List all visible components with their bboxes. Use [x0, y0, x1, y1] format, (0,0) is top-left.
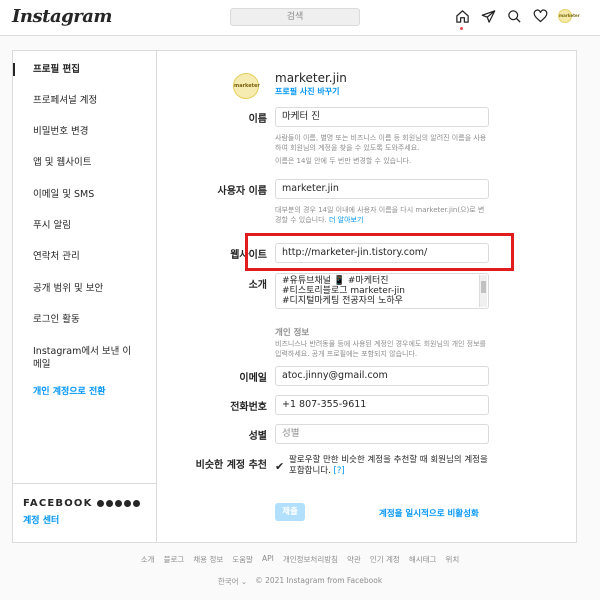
footer-bottom: 한국어 ⌄ © 2021 Instagram from Facebook	[0, 576, 600, 587]
phone-input[interactable]: +1 807-355-9611	[275, 395, 489, 415]
language-select[interactable]: 한국어 ⌄	[218, 576, 247, 587]
footer-link[interactable]: 약관	[347, 554, 361, 565]
gender-label: 성별	[248, 431, 267, 442]
footer-link[interactable]: API	[262, 554, 274, 565]
facebook-icon	[96, 500, 104, 507]
facebook-apps-icons	[96, 500, 140, 507]
sidebar-item-push[interactable]: 푸시 알림	[13, 219, 156, 232]
footer: 소개 블로그 채용 정보 도움말 API 개인정보처리방침 약관 인기 계정 해…	[0, 554, 600, 587]
sidebar-item-emails[interactable]: Instagram에서 보낸 이메일	[13, 345, 133, 371]
similar-accounts-text: 팔로우할 만한 비슷한 계정을 추천할 때 회원님의 계정을 포함합니다.	[289, 455, 488, 476]
settings-sidebar: 프로필 편집 프로페셔널 계정 비밀번호 변경 앱 및 웹사이트 이메일 및 S…	[13, 51, 157, 542]
footer-links: 소개 블로그 채용 정보 도움말 API 개인정보처리방침 약관 인기 계정 해…	[0, 554, 600, 565]
username-help: 대부분의 경우 14일 이내에 사용자 이름을 다시 marketer.jin(…	[275, 205, 489, 225]
bio-line: #디지털마케팅 전공자의 노하우	[282, 296, 403, 306]
sidebar-item-apps[interactable]: 앱 및 웹사이트	[13, 156, 156, 169]
sidebar-item-password[interactable]: 비밀번호 변경	[13, 125, 156, 138]
search-input[interactable]: 검색	[230, 8, 360, 26]
personal-info-help: 비즈니스나 반려동물 등에 사용된 계정인 경우에도 회원님의 개인 정보를 입…	[275, 340, 486, 358]
switch-personal-link[interactable]: 개인 계정으로 전환	[13, 386, 156, 399]
username-label: 사용자 이름	[217, 186, 267, 197]
explore-icon[interactable]	[506, 8, 522, 24]
footer-link[interactable]: 위치	[445, 554, 459, 565]
learn-more-link[interactable]: 더 알아보기	[329, 216, 363, 224]
profile-photo[interactable]: marketer	[233, 73, 260, 99]
personal-info-title: 개인 정보	[275, 328, 310, 338]
heart-icon[interactable]	[532, 8, 548, 24]
email-input[interactable]: atoc.jinny@gmail.com	[275, 366, 489, 386]
sidebar-item-privacy[interactable]: 공개 범위 및 보안	[13, 282, 156, 295]
website-highlight-box	[245, 233, 514, 271]
bio-line: #티스토리블로그 marketer-jin	[282, 286, 405, 296]
footer-link[interactable]: 채용 정보	[193, 554, 223, 565]
footer-link[interactable]: 소개	[141, 554, 155, 565]
facebook-title: FACEBOOK	[23, 498, 156, 509]
similar-accounts-label: 비슷한 계정 추천	[195, 460, 267, 471]
whatsapp-icon	[123, 500, 131, 507]
sidebar-item-contacts[interactable]: 연락처 관리	[13, 250, 156, 263]
edit-profile-form: marketer marketer.jin 프로필 사진 바꾸기 이름 마케터 …	[157, 51, 576, 542]
send-icon[interactable]	[480, 8, 496, 24]
bio-line: #유튜브채널 📱 #마케터진	[282, 276, 389, 286]
facebook-accounts-center: FACEBOOK 계정 센터	[13, 483, 156, 526]
settings-card: 프로필 편집 프로페셔널 계정 비밀번호 변경 앱 및 웹사이트 이메일 및 S…	[12, 50, 577, 543]
gender-input[interactable]: 성별	[275, 424, 489, 444]
accounts-center-link[interactable]: 계정 센터	[23, 513, 156, 526]
nav-icons: marketer	[454, 8, 580, 30]
footer-link[interactable]: 개인정보처리방침	[283, 554, 338, 565]
profile-username: marketer.jin	[275, 71, 347, 85]
messenger-icon	[105, 500, 113, 507]
name-help: 사람들이 이름, 별명 또는 비즈니스 이름 등 회원님의 알려진 이름을 사용…	[275, 134, 487, 152]
footer-link[interactable]: 인기 계정	[370, 554, 400, 565]
bio-label: 소개	[248, 280, 267, 291]
name-input[interactable]: 마케터 진	[275, 107, 489, 127]
instagram-icon	[114, 500, 122, 507]
footer-link[interactable]: 해시태그	[409, 554, 437, 565]
name-change-limit: 이름은 14일 안에 두 번만 변경할 수 있습니다.	[275, 157, 412, 165]
disable-account-link[interactable]: 계정을 일시적으로 비활성화	[379, 507, 479, 519]
oculus-icon	[132, 500, 140, 507]
copyright: © 2021 Instagram from Facebook	[255, 576, 383, 585]
home-icon[interactable]	[454, 8, 470, 30]
change-photo-link[interactable]: 프로필 사진 바꾸기	[275, 86, 339, 97]
notification-dot	[460, 27, 463, 30]
footer-link[interactable]: 도움말	[232, 554, 253, 565]
sidebar-item-professional[interactable]: 프로페셔널 계정	[13, 94, 156, 107]
bio-scrollbar[interactable]	[479, 275, 487, 307]
profile-avatar[interactable]: marketer	[558, 9, 580, 23]
email-label: 이메일	[239, 373, 267, 384]
phone-label: 전화번호	[230, 402, 267, 413]
footer-link[interactable]: 블로그	[164, 554, 185, 565]
help-link[interactable]: [?]	[334, 466, 345, 476]
similar-accounts-option: ✔ 팔로우할 만한 비슷한 계정을 추천할 때 회원님의 계정을 포함합니다. …	[275, 455, 489, 477]
bio-textarea[interactable]: #유튜브채널 📱 #마케터진 #티스토리블로그 marketer-jin #디지…	[275, 273, 489, 309]
instagram-logo[interactable]: Instagram	[12, 6, 112, 27]
submit-button[interactable]: 제출	[275, 503, 305, 521]
sidebar-item-login-activity[interactable]: 로그인 활동	[13, 313, 156, 326]
username-help-text: 대부분의 경우 14일 이내에 사용자 이름을 다시 marketer.jin(…	[275, 206, 485, 224]
sidebar-item-edit-profile[interactable]: 프로필 편집	[13, 63, 156, 76]
sidebar-item-email-sms[interactable]: 이메일 및 SMS	[13, 188, 156, 201]
username-input[interactable]: marketer.jin	[275, 179, 489, 199]
facebook-label: FACEBOOK	[23, 498, 93, 509]
top-nav-bar: Instagram 검색 marketer	[0, 0, 600, 36]
name-label: 이름	[248, 114, 267, 125]
checkbox-checked-icon[interactable]: ✔	[275, 461, 284, 472]
